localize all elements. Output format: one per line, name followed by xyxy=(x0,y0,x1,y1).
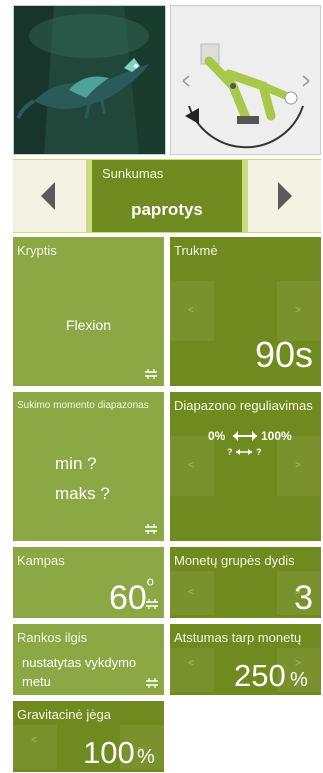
range-adjust-title: Diapazono reguliavimas xyxy=(174,398,313,413)
gravity-decrease-icon: < xyxy=(31,735,37,746)
range-adjust-increase-icon: > xyxy=(295,460,301,471)
gravity-value: 100 xyxy=(83,735,135,770)
duration-decrease-icon: < xyxy=(188,305,194,316)
coin-distance-decrease-icon: < xyxy=(188,658,194,669)
duration-tile[interactable]: Trukmė < > 90s xyxy=(170,237,321,386)
torque-range-min: min ? xyxy=(55,454,97,473)
link-icon xyxy=(145,369,157,379)
arm-length-line2: metu xyxy=(22,674,51,689)
coin-distance-increase-icon: > xyxy=(295,658,301,669)
exercise-illustration xyxy=(170,5,321,155)
direction-value: Flexion xyxy=(65,317,112,333)
gravity-unit: % xyxy=(137,746,155,768)
direction-tile[interactable]: Kryptis Flexion xyxy=(13,237,164,386)
direction-title: Kryptis xyxy=(17,243,57,258)
torque-range-max: maks ? xyxy=(55,484,110,503)
link-icon xyxy=(145,524,157,534)
coin-distance-unit: % xyxy=(290,669,308,691)
coin-distance-value: 250 xyxy=(234,658,286,693)
triangle-right-icon xyxy=(278,182,292,210)
triangle-left-icon xyxy=(41,182,55,210)
range-adjust-decrease-icon: < xyxy=(188,460,194,471)
difficulty-next-button[interactable] xyxy=(248,160,321,232)
double-arrow-small-icon xyxy=(236,449,252,455)
arm-length-tile[interactable]: Rankos ilgis nustatytas vykdymo metu xyxy=(13,624,164,695)
duration-title: Trukmė xyxy=(174,243,218,258)
gravity-decrease-button[interactable] xyxy=(13,725,57,769)
range-adjust-high-2: ? xyxy=(256,447,262,457)
dragon-illustration xyxy=(14,6,165,154)
duration-increase-icon: > xyxy=(295,305,301,316)
difficulty-display: Sunkumas paprotys xyxy=(92,160,242,232)
coin-distance-title: Atstumas tarp monetų xyxy=(174,630,302,645)
difficulty-prev-button[interactable] xyxy=(13,160,86,232)
arm-length-line1: nustatytas vykdymo xyxy=(22,655,137,670)
range-adjust-tile[interactable]: Diapazono reguliavimas < > 0% 100% ? ? xyxy=(170,392,321,541)
game-thumbnail[interactable] xyxy=(13,5,166,155)
range-adjust-high: 100% xyxy=(261,429,292,443)
gravity-title: Gravitacinė jėga xyxy=(17,707,111,722)
angle-title: Kampas xyxy=(17,553,65,568)
arm-device-illustration xyxy=(171,6,320,154)
range-adjust-low: 0% xyxy=(208,429,226,443)
gravity-tile[interactable]: Gravitacinė jėga < > 100 % xyxy=(13,701,164,772)
difficulty-label: Sunkumas xyxy=(102,166,164,181)
coin-group-title: Monetų grupės dydis xyxy=(174,553,295,568)
duration-value: 90s xyxy=(254,334,313,375)
angle-tile[interactable]: Kampas 60 º xyxy=(13,547,164,618)
coin-distance-tile[interactable]: Atstumas tarp monetų < > 250 % xyxy=(170,624,321,695)
angle-value: 60 xyxy=(109,579,147,617)
torque-range-tile[interactable]: Sukimo momento diapazonas min ? maks ? xyxy=(13,392,164,541)
double-arrow-icon xyxy=(233,431,257,441)
coin-distance-decrease-button[interactable] xyxy=(170,648,214,692)
coin-group-tile[interactable]: Monetų grupės dydis < > 3 xyxy=(170,547,321,618)
link-icon xyxy=(146,678,158,688)
arm-length-title: Rankos ilgis xyxy=(17,630,88,645)
difficulty-value: paprotys xyxy=(131,200,203,219)
torque-range-title: Sukimo momento diapazonas xyxy=(17,400,149,411)
angle-unit: º xyxy=(147,575,154,595)
coin-group-value: 3 xyxy=(294,579,313,617)
coin-group-decrease-icon: < xyxy=(188,587,194,598)
range-adjust-low-2: ? xyxy=(227,447,233,457)
link-icon xyxy=(146,599,158,609)
